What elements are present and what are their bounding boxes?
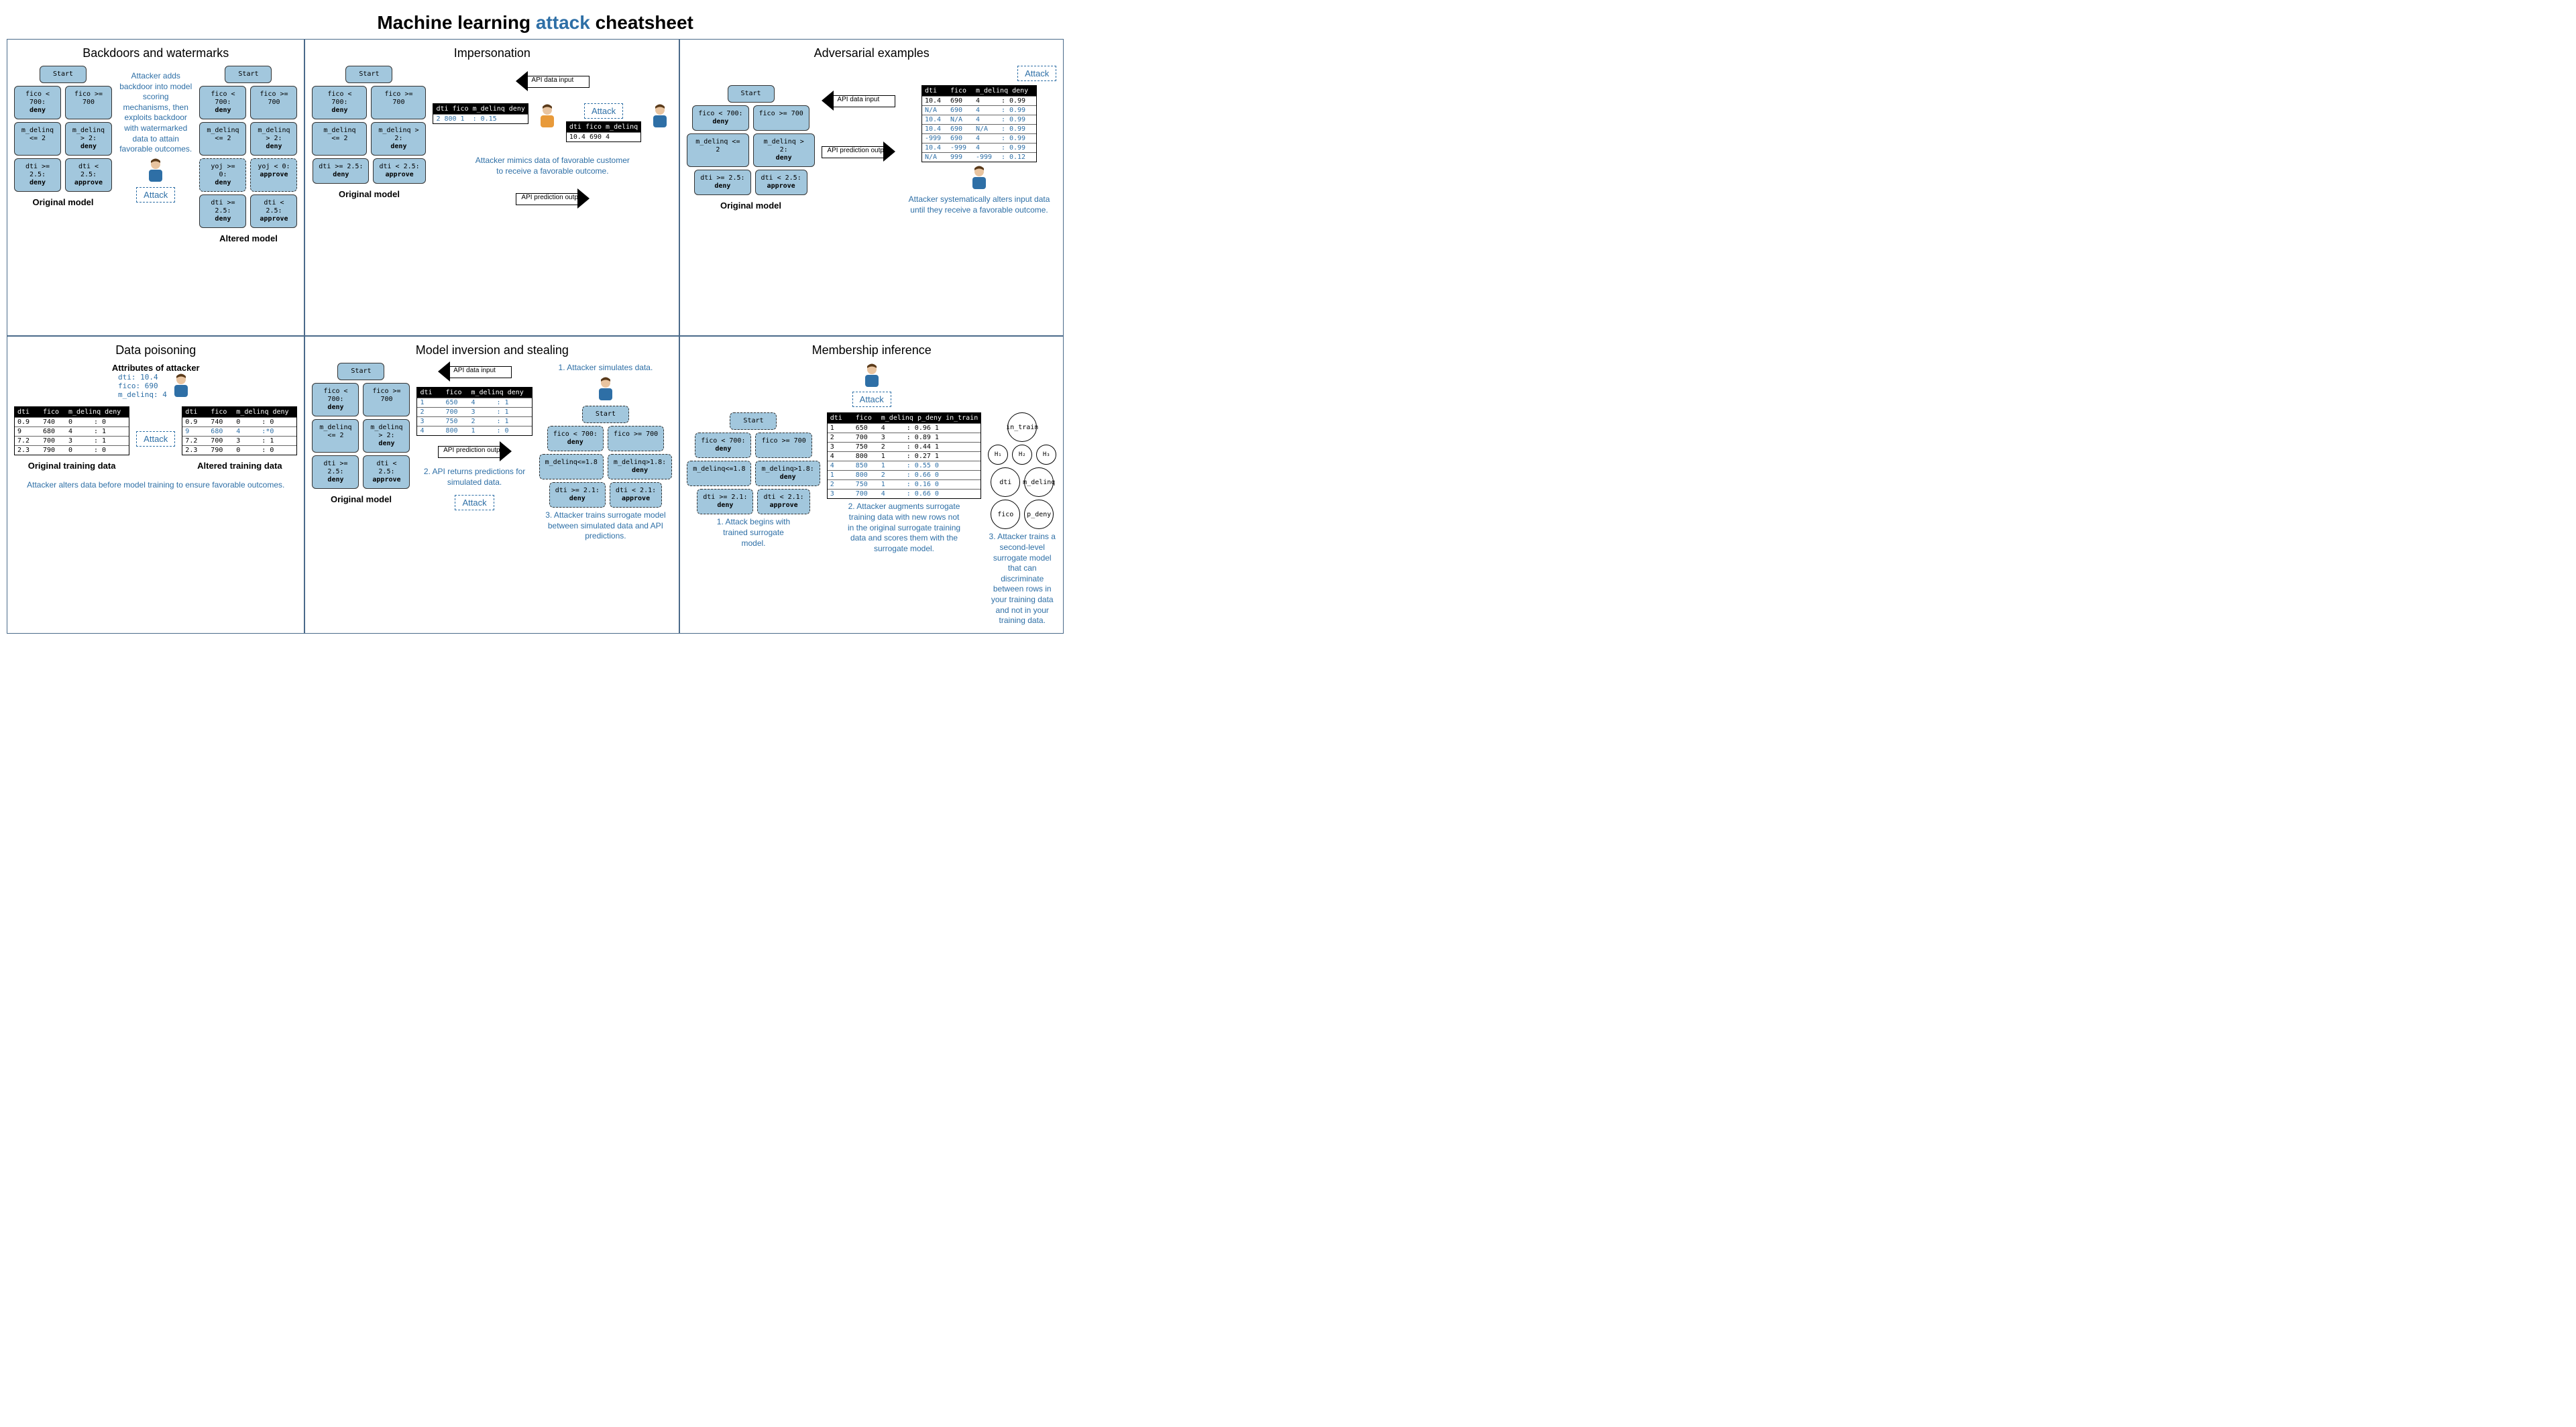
attacker-icon xyxy=(169,373,193,400)
panel-title: Adversarial examples xyxy=(687,46,1056,60)
decision-tree: Start fico < 700:denyfico >= 700 m_delin… xyxy=(312,66,426,184)
attacker-icon xyxy=(594,376,618,403)
data-table: dtificom_delinqdeny16504: 127003: 137502… xyxy=(416,387,532,436)
panel-poisoning: Data poisoning Attributes of attacker dt… xyxy=(7,336,304,633)
decision-tree-altered: Start fico < 700:denyfico >= 700 m_delin… xyxy=(199,66,297,228)
panel-title: Backdoors and watermarks xyxy=(14,46,297,60)
training-data-table: dtificom_delinqdeny0.97400: 096804: 17.2… xyxy=(14,406,129,455)
panel-adversarial: Adversarial examples Attack Start fico <… xyxy=(679,39,1064,336)
attack-tag: Attack xyxy=(136,187,175,203)
panel-membership: Membership inference Attack Start fico <… xyxy=(679,336,1064,633)
panel-inversion: Model inversion and stealing Start fico … xyxy=(304,336,679,633)
api-output-arrow: API prediction output xyxy=(516,190,590,207)
decision-tree: Start fico < 700:denyfico >= 700 m_delin… xyxy=(14,66,112,192)
adversarial-table: dtificom_delinqdeny10.46904: 0.99N/A6904… xyxy=(921,85,1037,162)
data-table: dtificom_delinq 10.46904 xyxy=(566,121,641,142)
attacker-icon xyxy=(648,103,672,130)
api-output-arrow: API prediction output xyxy=(822,143,895,160)
panel-title: Model inversion and stealing xyxy=(312,343,672,357)
attacker-icon xyxy=(144,158,168,184)
panel-note: Attacker adds backdoor into model scorin… xyxy=(119,71,192,155)
surrogate-tree: Start fico < 700:denyfico >= 700 m_delin… xyxy=(539,406,673,508)
attacker-icon xyxy=(967,165,991,192)
panel-title: Data poisoning xyxy=(14,343,297,357)
altered-data-table: dtificom_delinqdeny0.97400: 096804:*07.2… xyxy=(182,406,297,455)
surrogate-tree: Start fico < 700:denyfico >= 700 m_delin… xyxy=(687,412,820,514)
api-input-arrow: API data input xyxy=(516,72,590,90)
neural-network: in_train H₁H₂H₃ dtim_delinq ficop_deny 3… xyxy=(988,412,1056,626)
api-input-arrow: API data input xyxy=(438,363,512,380)
decision-tree: Start fico < 700:denyfico >= 700 m_delin… xyxy=(312,363,410,489)
decision-tree: Start fico < 700:denyfico >= 700 m_delin… xyxy=(687,85,815,195)
membership-table: dtificom_delinqp_denyin_train16504: 0.96… xyxy=(827,412,981,499)
attacker-icon xyxy=(860,363,884,390)
data-table: dtificom_delinqdeny 28001 : 0.15 xyxy=(433,103,528,124)
api-output-arrow: API prediction output xyxy=(438,443,512,460)
panel-backdoors: Backdoors and watermarks Start fico < 70… xyxy=(7,39,304,336)
victim-icon xyxy=(535,103,559,130)
panel-impersonation: Impersonation Start fico < 700:denyfico … xyxy=(304,39,679,336)
api-input-arrow: API data input xyxy=(822,92,895,109)
panel-title: Membership inference xyxy=(687,343,1056,357)
page-title: Machine learning attack cheatsheet xyxy=(7,7,1064,39)
panel-title: Impersonation xyxy=(312,46,672,60)
